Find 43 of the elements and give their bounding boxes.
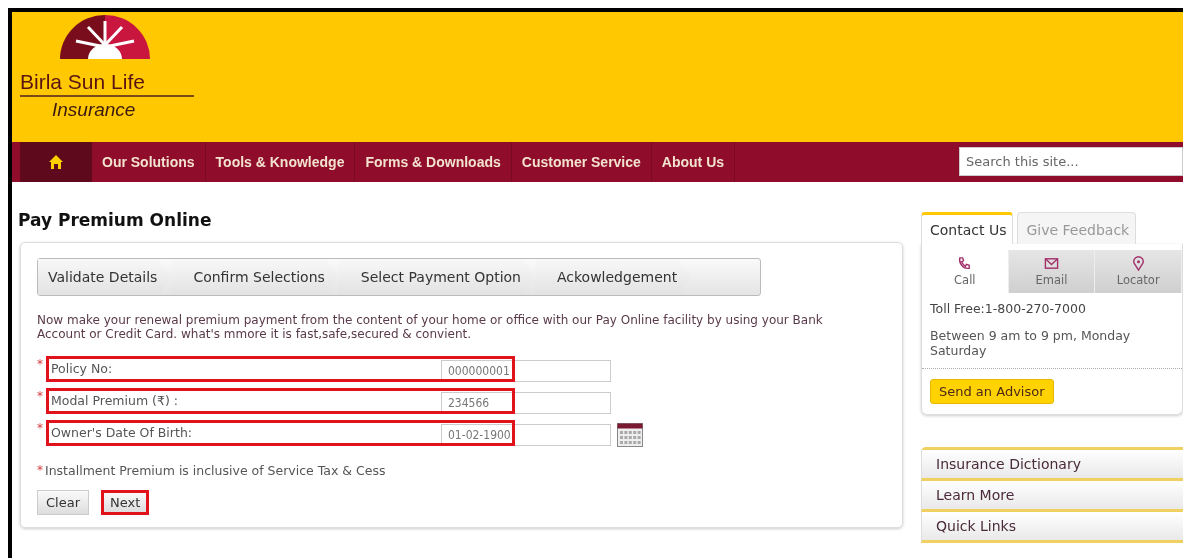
contact-mode-tab[interactable]: Email bbox=[1008, 250, 1096, 293]
contact-tab[interactable]: Contact Us bbox=[921, 212, 1014, 244]
intro-text: Now make your renewal premium payment from the content of your home or office with our Pay Online facility by using your Bank Account or Credit Card. what's mmore it is fast,safe,secured & convient. bbox=[37, 313, 824, 341]
send-advisor-button[interactable]: Send an Advisor bbox=[930, 379, 1054, 404]
hours-text: Between 9 am to 9 pm, Monday Saturday bbox=[930, 328, 1132, 358]
note-text: Installment Premium is inclusive of Service Tax & Cess bbox=[45, 463, 386, 478]
required-mark: * bbox=[37, 389, 44, 403]
location-pin-icon bbox=[1130, 256, 1146, 271]
mode-label: Call bbox=[954, 273, 976, 287]
nav-link[interactable]: Forms & Downloads bbox=[355, 142, 512, 182]
input-field[interactable]: 01-02-1900 bbox=[441, 424, 611, 446]
required-mark: * bbox=[37, 421, 44, 435]
nav-link[interactable]: Tools & Knowledge bbox=[205, 142, 356, 182]
sun-logo-icon bbox=[60, 15, 150, 59]
nav-link[interactable]: Our Solutions bbox=[92, 142, 206, 182]
mode-label: Email bbox=[1035, 273, 1068, 287]
required-mark: * bbox=[37, 463, 44, 477]
required-mark: * bbox=[37, 357, 44, 371]
field-label: Owner's Date Of Birth: bbox=[50, 425, 194, 440]
form-button[interactable]: Clear bbox=[37, 490, 89, 515]
home-tab[interactable] bbox=[20, 142, 92, 182]
input-field[interactable]: 000000001 bbox=[441, 360, 611, 382]
field-label: Modal Premium (₹) : bbox=[50, 393, 179, 408]
home-icon bbox=[48, 154, 64, 170]
search-field[interactable]: Search this site... bbox=[959, 147, 1183, 176]
contact-mode-tab[interactable]: Call bbox=[922, 250, 1009, 293]
toll-free-text: Toll Free:1-800-270-7000 bbox=[930, 301, 1087, 316]
nav-link[interactable]: About Us bbox=[651, 142, 736, 182]
calendar-icon[interactable] bbox=[617, 423, 643, 447]
logo-text: Birla Sun Life bbox=[20, 69, 194, 97]
form-button[interactable]: Next bbox=[101, 490, 150, 515]
phone-icon bbox=[957, 256, 973, 271]
logo-subtext: Insurance bbox=[52, 98, 137, 122]
accordion-item[interactable]: Insurance Dictionary bbox=[921, 450, 1183, 481]
contact-mode-tab[interactable]: Locator bbox=[1095, 250, 1182, 293]
accordion-item[interactable]: Learn More bbox=[921, 481, 1183, 512]
field-label: Policy No: bbox=[50, 361, 114, 376]
mode-label: Locator bbox=[1116, 273, 1160, 287]
page-title: Pay Premium Online bbox=[18, 210, 213, 230]
input-field[interactable]: 234566 bbox=[441, 392, 611, 414]
nav-link[interactable]: Customer Service bbox=[511, 142, 652, 182]
envelope-icon bbox=[1044, 256, 1059, 271]
accordion-item[interactable]: Quick Links bbox=[921, 512, 1183, 543]
